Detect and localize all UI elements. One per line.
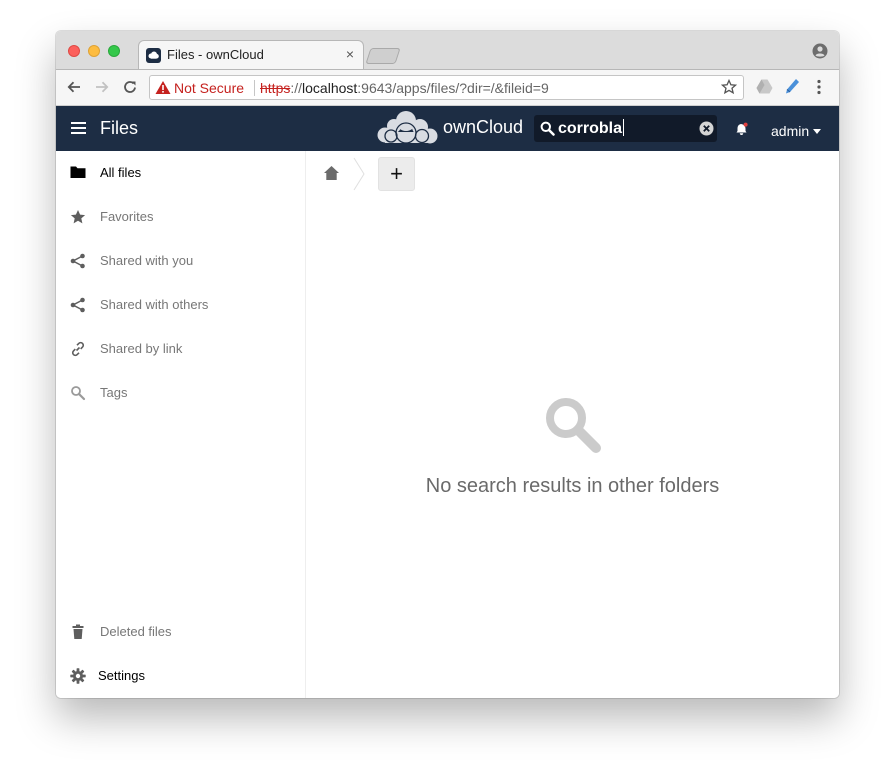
sidebar-item-all-files[interactable]: All files (56, 151, 305, 195)
sidebar-item-tags[interactable]: Tags (56, 371, 305, 415)
url-host: localhost (302, 80, 358, 96)
tag-search-icon (70, 385, 86, 406)
app-title[interactable]: Files (100, 118, 138, 139)
url-scheme-separator: :// (290, 80, 303, 96)
sidebar-item-label: Deleted files (100, 624, 172, 639)
sidebar-item-shared-with-others[interactable]: Shared with others (56, 283, 305, 327)
new-file-button[interactable]: + (378, 157, 415, 191)
drive-extension-icon[interactable] (756, 79, 773, 99)
home-icon[interactable] (323, 165, 340, 186)
clear-search-icon[interactable] (699, 121, 714, 141)
pen-extension-icon[interactable] (784, 78, 800, 100)
close-window-button[interactable] (68, 45, 80, 57)
sidebar-item-label: Settings (98, 668, 145, 683)
notifications-bell-icon[interactable] (735, 122, 749, 141)
sidebar-item-settings[interactable]: Settings (56, 654, 305, 698)
not-secure-label[interactable]: Not Secure (174, 80, 244, 96)
forward-arrow-icon[interactable] (94, 79, 110, 100)
new-tab-button[interactable] (365, 48, 401, 64)
bookmark-star-icon[interactable] (720, 78, 738, 100)
address-separator (254, 80, 255, 96)
search-input[interactable]: corrobla (534, 115, 717, 142)
profile-icon[interactable] (812, 43, 828, 64)
sidebar-item-shared-with-you[interactable]: Shared with you (56, 239, 305, 283)
brand-name: ownCloud (443, 117, 524, 137)
browser-tab[interactable]: Files - ownCloud × (138, 40, 364, 70)
back-arrow-icon[interactable] (66, 79, 82, 100)
sidebar-item-label: Tags (100, 385, 128, 400)
hamburger-menu-icon[interactable] (71, 122, 87, 140)
link-icon (70, 341, 86, 362)
share-icon (70, 253, 86, 274)
url-path: :9643/apps/files/?dir=/&fileid=9 (357, 80, 549, 96)
user-name: admin (771, 123, 810, 139)
share-icon (70, 297, 86, 318)
owncloud-favicon-icon (146, 48, 161, 63)
new-file-button-label: + (390, 161, 403, 186)
folder-icon (70, 165, 86, 184)
trash-icon (70, 624, 86, 645)
owncloud-logo-icon (377, 110, 439, 151)
search-icon (544, 396, 602, 459)
tab-close-icon[interactable]: × (346, 46, 354, 62)
main-content: + No search results in other folders (306, 151, 839, 698)
text-caret (623, 119, 625, 136)
sidebar-item-deleted-files[interactable]: Deleted files (56, 610, 305, 654)
sidebar-item-label: Favorites (100, 209, 154, 224)
url-text: https://localhost:9643/apps/files/?dir=/… (260, 80, 549, 96)
sidebar-item-label: Shared by link (100, 341, 183, 356)
url-scheme: https (260, 80, 291, 96)
search-query-text: corrobla (558, 120, 623, 137)
browser-toolbar: Not Secure https://localhost:9643/apps/f… (56, 69, 839, 106)
sidebar-item-label: All files (100, 165, 142, 180)
user-menu[interactable]: admin (771, 121, 822, 139)
sidebar-item-label: Shared with others (100, 297, 209, 312)
sidebar-item-shared-by-link[interactable]: Shared by link (56, 327, 305, 371)
zoom-window-button[interactable] (108, 45, 120, 57)
star-icon (70, 209, 86, 230)
caret-down-icon (813, 121, 822, 137)
browser-window: Files - ownCloud × Not Secure https://lo… (56, 31, 839, 698)
empty-search-message: No search results in other folders (425, 475, 720, 497)
app-header: Files ownCloud corrobla admin (56, 106, 839, 151)
sidebar: All files Favorites Shared with you Shar… (56, 151, 306, 698)
reload-icon[interactable] (122, 79, 138, 100)
address-bar[interactable]: Not Secure https://localhost:9643/apps/f… (149, 75, 744, 100)
tab-strip: Files - ownCloud × (56, 31, 839, 70)
gear-icon (70, 668, 86, 689)
tab-title: Files - ownCloud (167, 47, 264, 62)
breadcrumb-separator-icon (353, 157, 365, 196)
more-menu-icon[interactable] (816, 79, 822, 100)
sidebar-item-label: Shared with you (100, 253, 194, 268)
sidebar-item-favorites[interactable]: Favorites (56, 195, 305, 239)
search-icon (540, 121, 555, 141)
search-query: corrobla (558, 119, 625, 138)
warning-icon (155, 80, 171, 100)
minimize-window-button[interactable] (88, 45, 100, 57)
